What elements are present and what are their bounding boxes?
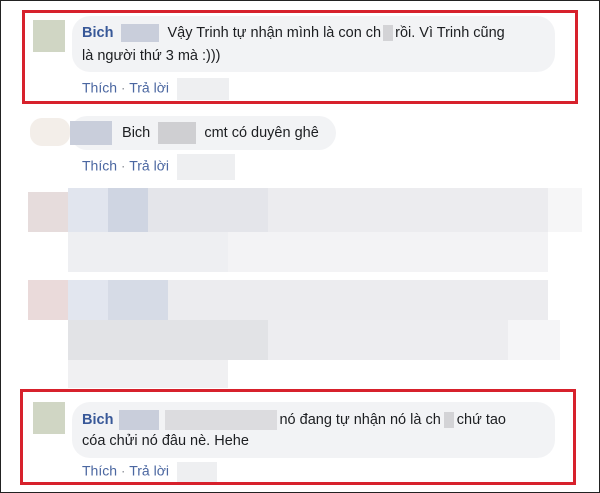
comment-text: cmt có duyên ghê (204, 124, 319, 141)
separator-dot: · (120, 462, 126, 479)
redacted-name (158, 122, 197, 144)
like-link[interactable]: Thích (82, 80, 117, 96)
redacted-name (119, 410, 160, 431)
separator-dot: · (120, 157, 126, 174)
avatar[interactable] (33, 20, 65, 52)
separator-dot: · (120, 79, 126, 96)
avatar[interactable] (33, 402, 65, 434)
redacted-timestamp (176, 154, 235, 180)
like-link[interactable]: Thích (82, 463, 117, 479)
comment-actions: Thích · Trả lời (82, 78, 229, 100)
redacted-timestamp (176, 78, 229, 100)
redacted-word (383, 25, 394, 42)
comment-text: Vậy Trinh tự nhận mình là con ch (167, 25, 382, 41)
comment-actions: Thích · Trả lời (82, 462, 217, 482)
comment-author[interactable]: Bich (122, 125, 150, 141)
comment-author[interactable]: Bich (82, 25, 113, 41)
comment-text: nó đang tự nhận nó là ch (279, 412, 441, 428)
redacted-name (121, 24, 160, 43)
reply-link[interactable]: Trả lời (129, 463, 169, 479)
reply-link[interactable]: Trả lời (129, 80, 169, 96)
comment-text-tail: rồi. Vì Trinh cũng (395, 25, 505, 41)
comment-bubble-3: Bich nó đang tự nhận nó là ch chứ tao cóa… (72, 402, 555, 458)
comment-text-line2: là người thứ 3 mà :))) (82, 48, 221, 64)
like-link[interactable]: Thích (82, 158, 117, 174)
redacted-text (165, 410, 278, 431)
comment-text-line2: cóa chửi nó đâu nè. Hehe (82, 433, 249, 449)
redacted-avatar-name (70, 121, 112, 145)
comment-actions: Thích · Trả lời (82, 154, 235, 180)
avatar[interactable] (30, 118, 70, 146)
comment-author[interactable]: Bich (82, 412, 113, 428)
comment-bubble-1: Bich Vậy Trinh tự nhận mình là con ch rồi… (72, 16, 555, 72)
redacted-timestamp (176, 462, 217, 482)
reply-link[interactable]: Trả lời (129, 158, 169, 174)
redacted-word (443, 412, 454, 429)
comment-bubble-2: Bich cmt có duyên ghê (70, 116, 336, 150)
comment-text-tail: chứ tao (456, 412, 506, 428)
